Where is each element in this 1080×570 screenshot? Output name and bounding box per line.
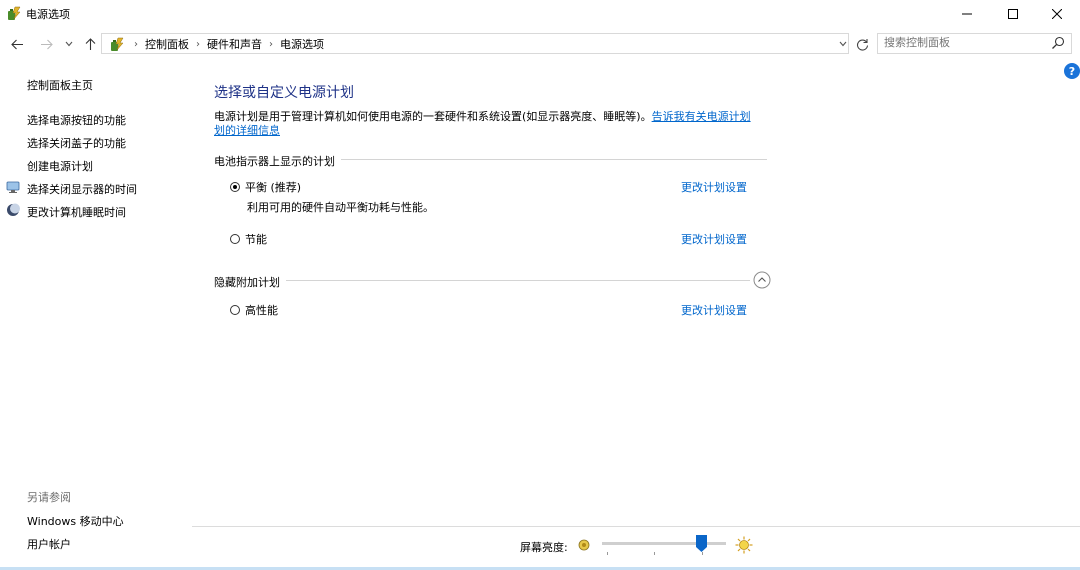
breadcrumb-separator: › — [134, 38, 138, 50]
plan-high-performance-radio[interactable]: 高性能 — [230, 302, 278, 318]
sidebar-item-display-off[interactable]: 选择关闭显示器的时间 — [27, 181, 137, 197]
slider-tick — [654, 552, 655, 555]
power-options-icon — [111, 37, 124, 51]
bottom-divider — [192, 526, 1080, 527]
search-icon[interactable] — [1051, 36, 1065, 50]
slider-tick — [607, 552, 608, 555]
see-also-heading: 另请参阅 — [27, 491, 71, 504]
plan-balanced-description: 利用可用的硬件自动平衡功耗与性能。 — [247, 201, 434, 214]
page-description: 电源计划是用于管理计算机如何使用电源的一套硬件和系统设置(如显示器亮度、睡眠等)… — [214, 110, 774, 138]
search-input[interactable] — [884, 36, 1044, 49]
brightness-slider-fill — [602, 542, 702, 545]
power-options-icon — [8, 6, 21, 20]
monitor-icon — [6, 181, 20, 193]
plan-balanced-radio[interactable]: 平衡 (推荐) — [230, 179, 301, 195]
breadcrumb-separator: › — [196, 38, 200, 50]
arrow-left-icon — [10, 39, 23, 49]
refresh-button[interactable] — [852, 34, 872, 54]
minimize-icon — [962, 13, 972, 15]
plan-power-saver-label: 节能 — [245, 233, 267, 246]
plan-high-performance-label: 高性能 — [245, 304, 278, 317]
radio-unselected[interactable] — [230, 234, 240, 244]
sidebar-item-lid-close[interactable]: 选择关闭盖子的功能 — [27, 135, 126, 151]
chevron-down-icon — [839, 41, 847, 47]
chevron-down-icon — [65, 41, 73, 47]
breadcrumb: › 控制面板 › 硬件和声音 › 电源选项 — [109, 36, 324, 52]
brightness-high-icon — [735, 536, 753, 554]
battery-plans-heading: 电池指示器上显示的计划 — [214, 153, 341, 169]
forward-button[interactable] — [37, 34, 55, 54]
learn-more-link-continued[interactable]: 划的详细信息 — [214, 124, 280, 137]
radio-unselected[interactable] — [230, 305, 240, 315]
sidebar-item-sleep[interactable]: 更改计算机睡眠时间 — [27, 204, 126, 220]
sidebar-home-link[interactable]: 控制面板主页 — [27, 77, 93, 93]
refresh-icon — [856, 38, 868, 51]
hidden-plans-heading: 隐藏附加计划 — [214, 274, 286, 290]
learn-more-link[interactable]: 告诉我有关电源计划 — [652, 110, 751, 123]
page-title: 选择或自定义电源计划 — [214, 85, 354, 101]
breadcrumb-control-panel[interactable]: 控制面板 — [145, 36, 189, 52]
recent-locations-button[interactable] — [62, 34, 76, 54]
breadcrumb-separator: › — [269, 38, 273, 50]
breadcrumb-power-options[interactable]: 电源选项 — [280, 36, 324, 52]
minimize-button[interactable] — [944, 0, 990, 28]
window-title: 电源选项 — [26, 8, 70, 21]
sidebar-item-create-plan[interactable]: 创建电源计划 — [27, 158, 93, 174]
plan-high-performance-change-link[interactable]: 更改计划设置 — [681, 302, 747, 318]
up-button[interactable] — [81, 34, 99, 54]
brightness-label: 屏幕亮度: — [520, 541, 568, 554]
arrow-up-icon — [85, 37, 95, 50]
slider-tick — [702, 552, 703, 555]
maximize-button[interactable] — [990, 0, 1036, 28]
plan-power-saver-change-link[interactable]: 更改计划设置 — [681, 231, 747, 247]
close-icon — [1052, 9, 1062, 19]
see-also-mobility-center[interactable]: Windows 移动中心 — [27, 513, 124, 529]
svg-text:?: ? — [1069, 65, 1075, 78]
close-button[interactable] — [1034, 0, 1080, 28]
see-also-user-accounts[interactable]: 用户帐户 — [27, 536, 71, 552]
collapse-chevron-up-icon[interactable] — [753, 271, 771, 289]
maximize-icon — [1008, 9, 1018, 19]
radio-selected[interactable] — [230, 182, 240, 192]
breadcrumb-hardware-sound[interactable]: 硬件和声音 — [207, 36, 262, 52]
arrow-right-icon — [40, 39, 53, 49]
title-bar — [0, 0, 1080, 28]
address-dropdown-button[interactable] — [836, 34, 850, 54]
back-button[interactable] — [8, 34, 26, 54]
moon-icon — [7, 203, 20, 216]
plan-power-saver-radio[interactable]: 节能 — [230, 231, 267, 247]
plan-balanced-label: 平衡 (推荐) — [245, 181, 302, 194]
help-icon[interactable]: ? — [1064, 63, 1080, 79]
description-text: 电源计划是用于管理计算机如何使用电源的一套硬件和系统设置(如显示器亮度、睡眠等)… — [214, 110, 652, 123]
plan-balanced-change-link[interactable]: 更改计划设置 — [681, 179, 747, 195]
section-divider — [214, 280, 750, 281]
brightness-slider-thumb[interactable] — [695, 535, 707, 552]
sidebar-item-power-button[interactable]: 选择电源按钮的功能 — [27, 112, 126, 128]
brightness-low-icon — [578, 539, 590, 551]
